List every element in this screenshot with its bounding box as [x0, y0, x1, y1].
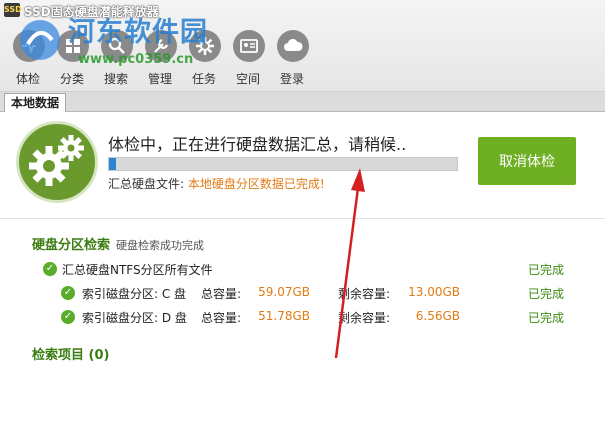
- toolbar-label: 管理: [147, 72, 172, 86]
- results-panel: 硬盘分区检索 硬盘检索成功完成 ✓ 汇总硬盘NTFS分区所有文件 已完成 ✓ 索引…: [0, 220, 605, 426]
- task-gear-icon: [189, 30, 221, 62]
- toolbar-label: 登录: [279, 72, 304, 86]
- summary-label: 汇总硬盘文件:: [108, 177, 188, 191]
- top-bar: SSD SSD固态硬盘潜能释放器 体检 分类 搜索 管理 任务 空间 登录 河东…: [0, 0, 605, 92]
- drive-row: ✓ 索引磁盘分区: D 盘 总容量: 51.78GB 剩余容量: 6.56GB …: [0, 309, 600, 327]
- health-check-icon: [13, 30, 45, 62]
- check-icon: ✓: [61, 310, 75, 324]
- row-status: 已完成: [528, 287, 565, 301]
- cancel-scan-button[interactable]: 取消体检: [478, 137, 576, 185]
- free-label: 剩余容量:: [338, 311, 391, 325]
- check-icon: ✓: [61, 286, 75, 300]
- toolbar-login[interactable]: 登录: [270, 30, 314, 88]
- progress-fill: [109, 158, 116, 170]
- app-title: SSD固态硬盘潜能释放器: [24, 5, 159, 19]
- tab-strip: 本地数据: [0, 92, 605, 112]
- category-icon: [57, 30, 89, 62]
- search-icon: [101, 30, 133, 62]
- row-status: 已完成: [528, 263, 565, 277]
- drive-label: 索引磁盘分区: D 盘: [82, 311, 187, 325]
- toolbar-label: 搜索: [103, 72, 128, 86]
- partition-section-title: 硬盘分区检索 硬盘检索成功完成: [32, 234, 204, 253]
- partition-title: 硬盘分区检索: [32, 238, 111, 253]
- total-value: 51.78GB: [258, 309, 310, 323]
- summary-value: 本地硬盘分区数据已完成!: [187, 177, 325, 191]
- row-label: 汇总硬盘NTFS分区所有文件: [62, 263, 213, 277]
- toolbar-label: 空间: [235, 72, 260, 86]
- drive-label: 索引磁盘分区: C 盘: [82, 287, 187, 301]
- free-value: 6.56GB: [415, 309, 460, 323]
- scan-progress-bar: [108, 157, 458, 171]
- total-value: 59.07GB: [258, 285, 310, 299]
- status-message: 体检中，正在进行硬盘数据汇总，请稍候..: [108, 135, 407, 154]
- cloud-login-icon: [277, 30, 309, 62]
- toolbar-label: 体检: [15, 72, 40, 86]
- space-card-icon: [233, 30, 265, 62]
- search-items-title: 检索项目 (0): [32, 348, 110, 363]
- drive-row: ✓ 索引磁盘分区: C 盘 总容量: 59.07GB 剩余容量: 13.00GB…: [0, 285, 600, 303]
- total-label: 总容量:: [201, 311, 242, 325]
- free-value: 13.00GB: [408, 285, 460, 299]
- total-label: 总容量:: [201, 287, 242, 301]
- app-logo-icon: SSD: [4, 3, 22, 17]
- toolbar-search[interactable]: 搜索: [94, 30, 138, 88]
- toolbar-task[interactable]: 任务: [182, 30, 226, 88]
- scan-status-panel: 体检中，正在进行硬盘数据汇总，请稍候.. 汇总硬盘文件: 本地硬盘分区数据已完成…: [0, 113, 605, 219]
- summary-line: 汇总硬盘文件: 本地硬盘分区数据已完成!: [108, 175, 325, 192]
- partition-subtitle: 硬盘检索成功完成: [116, 239, 205, 252]
- check-icon: ✓: [43, 262, 57, 276]
- tab-local-data[interactable]: 本地数据: [4, 93, 67, 112]
- toolbar-manage[interactable]: 管理: [138, 30, 182, 88]
- toolbar-category[interactable]: 分类: [50, 30, 94, 88]
- summary-row: ✓ 汇总硬盘NTFS分区所有文件 已完成: [0, 261, 600, 279]
- free-label: 剩余容量:: [338, 287, 391, 301]
- toolbar-label: 分类: [59, 72, 84, 86]
- toolbar-label: 任务: [191, 72, 216, 86]
- gears-icon: [16, 121, 98, 203]
- manage-icon: [145, 30, 177, 62]
- toolbar-health-check[interactable]: 体检: [6, 30, 50, 88]
- toolbar-space[interactable]: 空间: [226, 30, 270, 88]
- title-bar: SSD SSD固态硬盘潜能释放器: [0, 0, 605, 22]
- main-toolbar: 体检 分类 搜索 管理 任务 空间 登录: [6, 30, 314, 90]
- row-status: 已完成: [528, 311, 565, 325]
